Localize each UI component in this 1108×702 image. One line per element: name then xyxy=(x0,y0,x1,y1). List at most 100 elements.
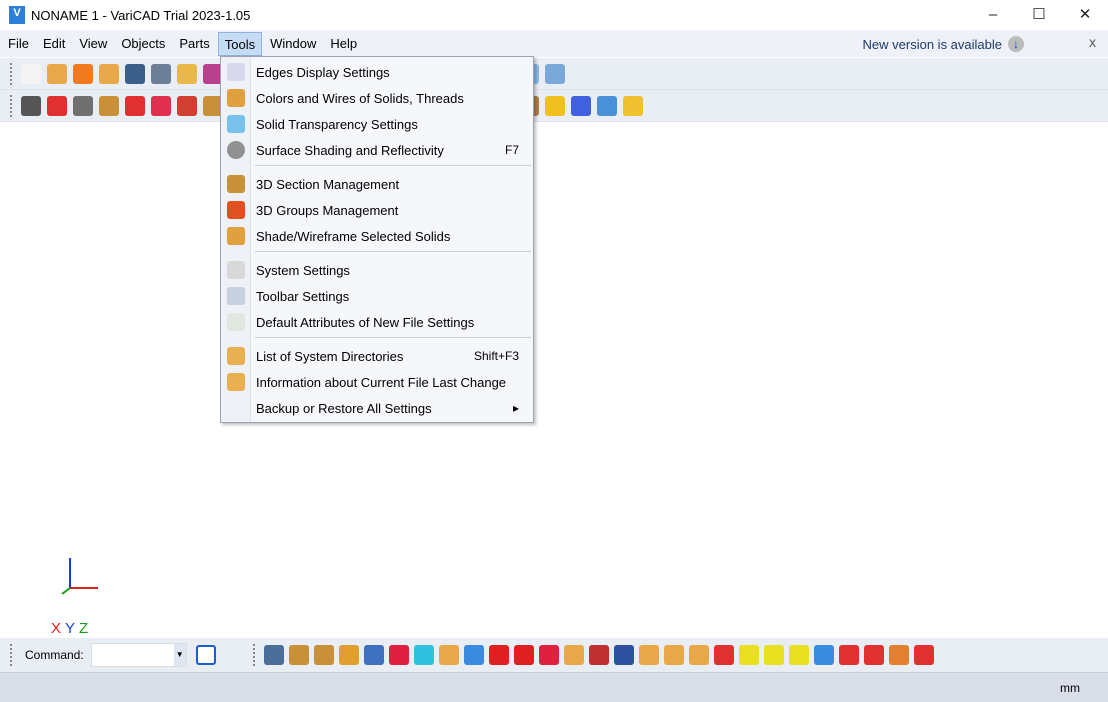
bottom-tool-icon[interactable] xyxy=(513,645,534,665)
toolbar-tool-icon[interactable] xyxy=(177,95,197,116)
download-icon[interactable]: ↓ xyxy=(1008,36,1024,52)
title-bar: V NONAME 1 - VariCAD Trial 2023-1.05 – ☐… xyxy=(0,0,1108,30)
menu-item-shade-wireframe-selected-solids[interactable]: Shade/Wireframe Selected Solids xyxy=(221,223,533,249)
toolbar-tool-icon[interactable] xyxy=(151,95,171,116)
menu-item-solid-transparency-settings[interactable]: Solid Transparency Settings xyxy=(221,111,533,137)
menu-item-list-of-system-directories[interactable]: List of System Directories Shift+F3 xyxy=(221,343,533,369)
section-icon xyxy=(227,175,245,193)
toolbar-settings-icon xyxy=(227,287,245,305)
toolbar-row-2 xyxy=(0,90,1108,122)
toolbar-tool-icon[interactable] xyxy=(99,63,119,84)
file-info-icon xyxy=(227,373,245,391)
menu-objects[interactable]: Objects xyxy=(115,32,171,56)
toolbar-grip[interactable] xyxy=(252,644,257,666)
close-button[interactable]: ✕ xyxy=(1062,0,1108,30)
menu-item-shortcut: F7 xyxy=(504,143,519,157)
menu-parts[interactable]: Parts xyxy=(173,32,215,56)
menu-separator xyxy=(255,165,531,166)
bottom-tool-icon[interactable] xyxy=(713,645,734,665)
bottom-tool-icon[interactable] xyxy=(263,645,284,665)
toolbar-tool-icon[interactable] xyxy=(125,63,145,84)
bottom-tool-icon[interactable] xyxy=(288,645,309,665)
bottom-tool-icon[interactable] xyxy=(313,645,334,665)
toolbar-tool-icon[interactable] xyxy=(99,95,119,116)
menu-item-toolbar-settings[interactable]: Toolbar Settings xyxy=(221,283,533,309)
menu-item-default-attributes-of-new-file-settings[interactable]: Default Attributes of New File Settings xyxy=(221,309,533,335)
toolbar-tool-icon[interactable] xyxy=(623,95,643,116)
toolbar-tool-icon[interactable] xyxy=(73,63,93,84)
bottom-tool-icon[interactable] xyxy=(688,645,709,665)
gear-icon xyxy=(227,261,245,279)
bottom-tool-icon[interactable] xyxy=(888,645,909,665)
toolbar-tool-icon[interactable] xyxy=(125,95,145,116)
bottom-tool-icon[interactable] xyxy=(913,645,934,665)
toolbar-tool-icon[interactable] xyxy=(73,95,93,116)
menu-item-edges-display-settings[interactable]: Edges Display Settings xyxy=(221,59,533,85)
export-icon[interactable] xyxy=(195,645,216,665)
menu-item-system-settings[interactable]: System Settings xyxy=(221,257,533,283)
toolbar-tool-icon[interactable] xyxy=(151,63,171,84)
toolbar-tool-icon[interactable] xyxy=(47,95,67,116)
menu-item-backup-or-restore-all-settings[interactable]: Backup or Restore All Settings ▸ xyxy=(221,395,533,421)
menu-tools[interactable]: Tools xyxy=(217,31,263,56)
bottom-tool-icon[interactable] xyxy=(538,645,559,665)
toolbar-grip[interactable] xyxy=(10,62,14,85)
toolbar-tool-icon[interactable] xyxy=(545,63,565,84)
menu-help[interactable]: Help xyxy=(324,32,363,56)
tools-menu-dropdown: Edges Display Settings Colors and Wires o… xyxy=(220,56,534,423)
bottom-tool-icon[interactable] xyxy=(338,645,359,665)
toolbar-tool-icon[interactable] xyxy=(177,63,197,84)
menu-file[interactable]: File xyxy=(2,32,35,56)
new-version-text[interactable]: New version is available xyxy=(863,37,1002,52)
menu-item-3d-groups-management[interactable]: 3D Groups Management xyxy=(221,197,533,223)
menu-item-information-about-current-file-last-change[interactable]: Information about Current File Last Chan… xyxy=(221,369,533,395)
menu-item-colors-and-wires-of-solids-threads[interactable]: Colors and Wires of Solids, Threads xyxy=(221,85,533,111)
bottom-tool-icon[interactable] xyxy=(763,645,784,665)
bottom-tool-icon[interactable] xyxy=(838,645,859,665)
toolbar-tool-icon[interactable] xyxy=(47,63,67,84)
menu-item-3d-section-management[interactable]: 3D Section Management xyxy=(221,171,533,197)
close-notice-button[interactable]: x xyxy=(1089,34,1096,50)
axis-x-label: X xyxy=(51,620,66,637)
drawing-canvas[interactable] xyxy=(0,124,1108,638)
menu-item-label: Backup or Restore All Settings xyxy=(256,400,432,416)
toolbar-grip[interactable] xyxy=(10,94,14,117)
bottom-tool-icon[interactable] xyxy=(463,645,484,665)
menu-item-surface-shading-and-reflectivity[interactable]: Surface Shading and Reflectivity F7 xyxy=(221,137,533,163)
menu-separator xyxy=(255,337,531,338)
bottom-tool-icon[interactable] xyxy=(438,645,459,665)
menu-item-label: List of System Directories xyxy=(256,348,404,364)
folder-question-icon xyxy=(227,347,245,365)
bottom-tool-icon[interactable] xyxy=(738,645,759,665)
bottom-tool-icon[interactable] xyxy=(488,645,509,665)
bottom-tool-icon[interactable] xyxy=(613,645,634,665)
bottom-tool-icon[interactable] xyxy=(388,645,409,665)
axis-triad-icon xyxy=(61,558,98,595)
command-input[interactable]: ▼ xyxy=(90,643,187,667)
menu-view[interactable]: View xyxy=(73,32,113,56)
bottom-tool-icon[interactable] xyxy=(663,645,684,665)
bottom-tool-icon[interactable] xyxy=(363,645,384,665)
bottom-tool-icon[interactable] xyxy=(588,645,609,665)
menu-edit[interactable]: Edit xyxy=(37,32,71,56)
bottom-tool-icon[interactable] xyxy=(563,645,584,665)
toolbar-tool-icon[interactable] xyxy=(21,63,41,84)
chevron-down-icon[interactable]: ▼ xyxy=(173,644,186,666)
toolbar-tool-icon[interactable] xyxy=(545,95,565,116)
bottom-tool-icon[interactable] xyxy=(788,645,809,665)
toolbar-grip[interactable] xyxy=(10,644,14,666)
bottom-tool-icon[interactable] xyxy=(413,645,434,665)
toolbar-tool-icon[interactable] xyxy=(571,95,591,116)
maximize-button[interactable]: ☐ xyxy=(1016,0,1062,30)
new-version-notice[interactable]: New version is available ↓ xyxy=(863,36,1024,52)
bottom-tool-icon[interactable] xyxy=(813,645,834,665)
menu-window[interactable]: Window xyxy=(264,32,322,56)
window-title: NONAME 1 - VariCAD Trial 2023-1.05 xyxy=(31,7,251,23)
bottom-tool-icon[interactable] xyxy=(638,645,659,665)
shading-sphere-icon xyxy=(227,141,245,159)
toolbar-tool-icon[interactable] xyxy=(597,95,617,116)
bottom-tool-icon[interactable] xyxy=(863,645,884,665)
toolbar-tool-icon[interactable] xyxy=(21,95,41,116)
minimize-button[interactable]: – xyxy=(970,0,1016,30)
toolbar-row-1 xyxy=(0,58,1108,90)
